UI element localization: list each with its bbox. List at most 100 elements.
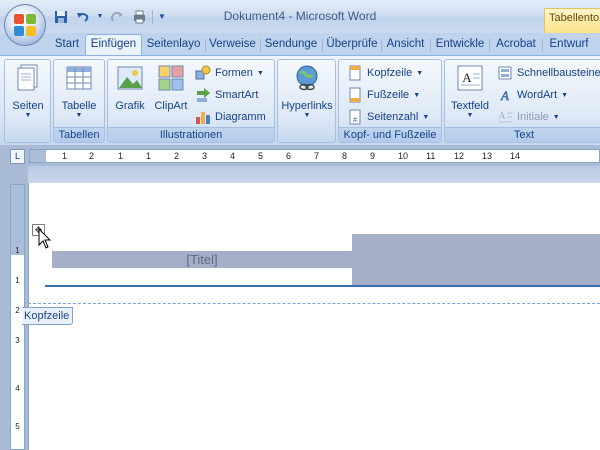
save-icon[interactable] xyxy=(52,9,70,25)
ruler-tick: 2 xyxy=(174,151,180,161)
tab-selector[interactable]: L xyxy=(10,149,25,164)
fusszeile-label: Fußzeile xyxy=(367,89,410,101)
tab-seitenlayout[interactable]: Seitenlayo xyxy=(144,35,203,55)
context-tab-header[interactable]: Tabellento xyxy=(544,8,600,33)
formen-button[interactable]: Formen ▼ xyxy=(195,63,264,83)
chevron-down-icon: ▼ xyxy=(75,112,83,119)
chevron-down-icon: ▼ xyxy=(561,91,569,99)
svg-text:#: # xyxy=(353,117,357,124)
smartart-icon xyxy=(197,88,210,102)
header-table-cell[interactable] xyxy=(352,234,600,285)
quick-access-toolbar: ▼ ▼ xyxy=(52,7,167,26)
fusszeile-button[interactable]: Fußzeile ▼ xyxy=(347,85,420,105)
textfeld-label: Textfeld xyxy=(451,100,489,112)
clipart-label: ClipArt xyxy=(154,100,188,112)
group-kopf-fusszeile: Kopfzeile ▼ Fußzeile ▼ # Seitenzahl ▼ Ko… xyxy=(338,59,442,143)
horizontal-ruler[interactable]: 1 2 1 1 2 3 4 5 6 7 8 9 10 11 12 13 14 xyxy=(29,149,600,163)
group-label-tabellen: Tabellen xyxy=(54,127,104,142)
smartart-button[interactable]: SmartArt xyxy=(195,85,258,105)
ruler-tick: 13 xyxy=(482,151,493,161)
kopfzeile-label: Kopfzeile xyxy=(367,67,413,79)
chevron-down-icon: ▼ xyxy=(303,112,311,119)
ruler-top-margin xyxy=(11,185,24,255)
chevron-down-icon: ▼ xyxy=(24,112,32,119)
tab-verweise[interactable]: Verweise xyxy=(206,35,259,55)
ruler-tick: 9 xyxy=(370,151,376,161)
seiten-label: Seiten xyxy=(12,100,44,112)
textfeld-button[interactable]: A Textfeld ▼ xyxy=(447,63,493,119)
clipart-button[interactable]: ClipArt xyxy=(151,63,191,112)
redo-icon[interactable] xyxy=(108,9,126,25)
customize-dropdown-icon[interactable]: ▼ xyxy=(157,9,167,25)
seitenzahl-label: Seitenzahl xyxy=(367,111,419,123)
page-number-icon: # xyxy=(349,109,361,125)
title-placeholder-field[interactable]: [Titel] xyxy=(52,251,352,268)
ruler-tick: 1 xyxy=(15,246,20,255)
tab-start[interactable]: Start xyxy=(51,35,83,55)
ruler-tick: 14 xyxy=(510,151,521,161)
shapes-icon xyxy=(195,65,211,80)
ruler-tick: 5 xyxy=(15,422,20,431)
tabelle-button[interactable]: Tabelle ▼ xyxy=(57,63,101,119)
tab-entwurf[interactable]: Entwurf xyxy=(544,35,594,55)
wordart-button[interactable]: A WordArt ▼ xyxy=(497,85,568,105)
seitenzahl-button[interactable]: # Seitenzahl ▼ xyxy=(347,107,429,127)
smartart-label: SmartArt xyxy=(215,89,259,101)
ribbon-tabs: Start Einfügen Seitenlayo Verweise Sendu… xyxy=(0,33,600,56)
initiale-button[interactable]: A Initiale ▼ xyxy=(497,107,560,127)
group-hyperlinks: Hyperlinks ▼ xyxy=(277,59,336,143)
hyperlinks-button[interactable]: Hyperlinks ▼ xyxy=(279,63,335,119)
tab-separator xyxy=(489,39,490,52)
page-top-shadow xyxy=(28,166,600,183)
seiten-button[interactable]: Seiten ▼ xyxy=(9,63,47,119)
tab-einfuegen[interactable]: Einfügen xyxy=(85,34,142,56)
tab-separator xyxy=(381,39,382,52)
tab-acrobat[interactable]: Acrobat xyxy=(491,35,541,55)
ruler-tick: 1 xyxy=(62,151,68,161)
ruler-tick: 1 xyxy=(118,151,124,161)
chevron-down-icon: ▼ xyxy=(413,91,421,99)
clipart-icon xyxy=(158,65,184,91)
undo-dropdown-icon[interactable]: ▼ xyxy=(96,9,104,25)
hyperlinks-label: Hyperlinks xyxy=(281,100,333,112)
print-preview-icon[interactable] xyxy=(130,9,148,25)
header-border-line xyxy=(45,285,600,287)
undo-icon[interactable] xyxy=(74,9,92,25)
ruler-tick: 4 xyxy=(230,151,236,161)
ruler-tick: 1 xyxy=(146,151,152,161)
header-icon xyxy=(349,65,361,81)
ruler-tick: 1 xyxy=(15,276,20,285)
ruler-tick: 3 xyxy=(202,151,208,161)
formen-label: Formen xyxy=(215,67,253,79)
ribbon: Seiten ▼ Tabelle ▼ Tabellen Grafik ClipA… xyxy=(0,55,600,145)
grafik-button[interactable]: Grafik xyxy=(111,63,149,112)
ruler-tick: 3 xyxy=(15,336,20,345)
wordart-icon: A xyxy=(500,88,510,103)
ruler-tick: 7 xyxy=(314,151,320,161)
tab-ueberpruefen[interactable]: Überprüfe xyxy=(324,35,380,55)
diagramm-button[interactable]: Diagramm xyxy=(195,107,266,127)
header-tag: Kopfzeile xyxy=(22,307,73,325)
grafik-label: Grafik xyxy=(115,100,145,112)
tab-ansicht[interactable]: Ansicht xyxy=(383,35,428,55)
ruler-tick: 2 xyxy=(15,306,20,315)
document-page[interactable] xyxy=(28,183,600,450)
footer-icon xyxy=(349,87,361,103)
group-illustrationen: Grafik ClipArt Formen ▼ SmartArt Diagram… xyxy=(107,59,275,143)
chevron-down-icon: ▼ xyxy=(466,112,474,119)
drop-cap-icon: A xyxy=(498,111,512,123)
schnellbausteine-button[interactable]: Schnellbausteine xyxy=(497,63,600,83)
chart-icon xyxy=(196,112,210,124)
svg-text:A: A xyxy=(462,70,472,85)
tab-entwicklertools[interactable]: Entwickle xyxy=(432,35,488,55)
tab-separator xyxy=(430,39,431,52)
textbox-icon: A xyxy=(457,65,483,91)
office-logo-icon xyxy=(14,14,36,36)
office-button[interactable] xyxy=(4,4,46,46)
ruler-tick: 8 xyxy=(342,151,348,161)
kopfzeile-button[interactable]: Kopfzeile ▼ xyxy=(347,63,423,83)
tabelle-label: Tabelle xyxy=(61,100,97,112)
group-tabellen: Tabelle ▼ Tabellen xyxy=(53,59,105,143)
group-seiten: Seiten ▼ xyxy=(4,59,51,143)
tab-sendungen[interactable]: Sendunge xyxy=(261,35,321,55)
